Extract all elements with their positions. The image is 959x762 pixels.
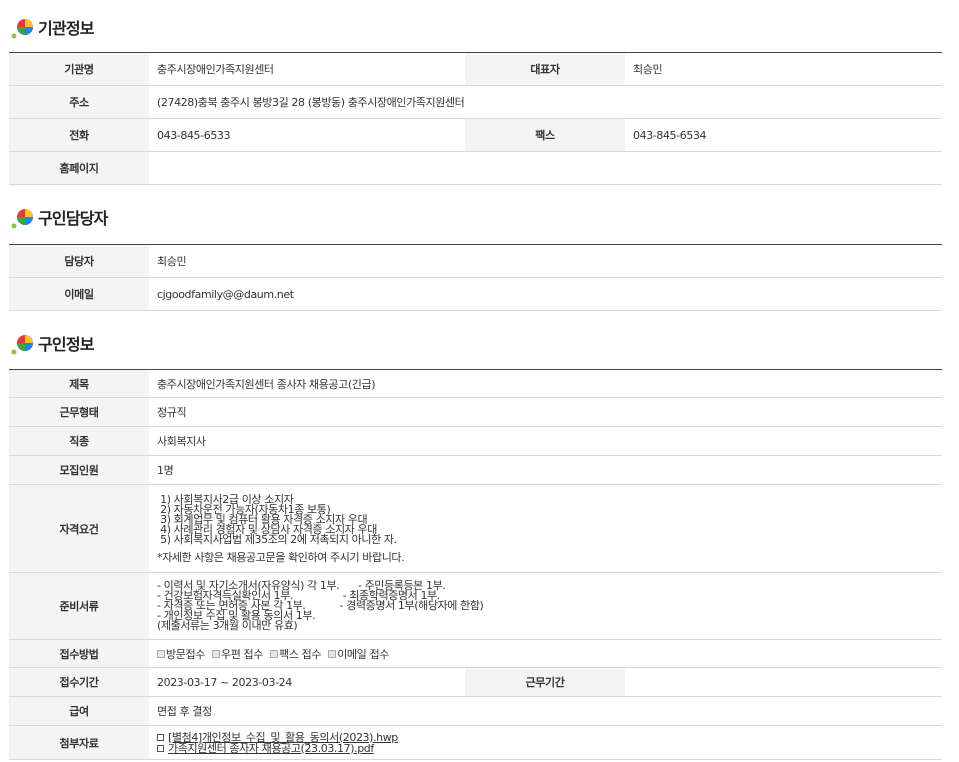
file-icon: [157, 744, 164, 752]
org-tel: 043-845-6533: [149, 118, 465, 152]
contact-email: cjgoodfamily@@daum.net: [149, 277, 942, 311]
section-header-job: 구인정보: [10, 328, 94, 358]
attachment-name[interactable]: 가족지원센터 종사자 채용공고(23.03.17).pdf: [168, 743, 374, 754]
section-bullet-icon: [11, 19, 33, 39]
attachment-link[interactable]: 가족지원센터 종사자 채용공고(23.03.17).pdf: [157, 743, 942, 754]
method-mail-checkbox: 우편 접수: [212, 646, 263, 662]
job-type: 정규직: [149, 397, 943, 427]
label-method: 접수방법: [9, 639, 149, 668]
method-label: 우편 접수: [221, 647, 263, 661]
label-org-name: 기관명: [9, 52, 149, 86]
job-count: 1명: [149, 455, 943, 485]
section-title: 구인담당자: [38, 209, 108, 228]
job-subject: 충주시장애인가족지원센터 종사자 채용공고(긴급): [149, 369, 943, 398]
label-documents: 준비서류: [9, 572, 149, 640]
job-kind: 사회복지사: [149, 426, 943, 456]
section-title: 기관정보: [38, 19, 94, 38]
label-count: 모집인원: [9, 455, 149, 485]
job-info-table: 제목 충주시장애인가족지원센터 종사자 채용공고(긴급) 근무형태 정규직 직종…: [9, 369, 943, 760]
method-label: 방문접수: [166, 647, 205, 661]
org-homepage[interactable]: [149, 151, 942, 185]
section-header-contact: 구인담당자: [10, 202, 108, 232]
org-info-table: 기관명 충주시장애인가족지원센터 대표자 최승민 주소 (27428)충북 충주…: [9, 52, 942, 185]
req-line: 5) 사회복지사업법 제35조의 2에 저촉되지 아니한 자.: [157, 532, 397, 546]
label-homepage: 홈페이지: [9, 151, 149, 185]
label-addr: 주소: [9, 85, 149, 119]
contact-person: 최승민: [149, 244, 942, 278]
label-rep: 대표자: [465, 52, 625, 86]
file-icon: [157, 733, 164, 741]
label-pay: 급여: [9, 696, 149, 726]
job-attachments: [별첨4]개인정보_수집_및_활용_동의서(2023).hwp 가족지원센터 종…: [149, 725, 943, 760]
checkbox-icon: [328, 649, 337, 658]
label-period: 접수기간: [9, 667, 149, 697]
job-methods: 방문접수 우편 접수 팩스 접수 이메일 접수: [149, 639, 943, 668]
job-requirements: 1) 사회복지사2급 이상 소지자 2) 자동차운전 가능자(자동차1종 보통)…: [149, 484, 943, 573]
job-work-period: [625, 667, 943, 697]
checkbox-icon: [212, 649, 220, 658]
job-pay: 면접 후 결정: [149, 696, 943, 726]
org-name: 충주시장애인가족지원센터: [149, 52, 465, 86]
attachment-link[interactable]: [별첨4]개인정보_수집_및_활용_동의서(2023).hwp: [157, 732, 942, 743]
checkbox-icon: [157, 649, 165, 658]
label-fax: 팩스: [465, 118, 625, 152]
section-title: 구인정보: [38, 335, 94, 354]
label-tel: 전화: [9, 118, 149, 152]
label-attachments: 첨부자료: [9, 725, 149, 760]
section-header-org: 기관정보: [10, 12, 94, 42]
attachment-name[interactable]: [별첨4]개인정보_수집_및_활용_동의서(2023).hwp: [168, 732, 398, 743]
method-visit-checkbox: 방문접수: [157, 646, 205, 662]
label-subject: 제목: [9, 369, 149, 398]
section-bullet-icon: [11, 335, 33, 355]
label-type: 근무형태: [9, 397, 149, 427]
method-fax-checkbox: 팩스 접수: [270, 646, 321, 662]
section-bullet-icon: [11, 209, 33, 229]
org-addr: (27428)충북 충주시 봉방3길 28 (봉방동) 충주시장애인가족지원센터: [149, 85, 942, 119]
org-fax: 043-845-6534: [625, 118, 942, 152]
org-rep: 최승민: [625, 52, 942, 86]
label-work-period: 근무기간: [465, 667, 625, 697]
checkbox-icon: [270, 649, 279, 658]
method-label: 팩스 접수: [279, 647, 322, 661]
job-period: 2023-03-17 ~ 2023-03-24: [149, 667, 465, 697]
label-kind: 직종: [9, 426, 149, 456]
job-documents: - 이력서 및 자기소개서(자유양식) 각 1부. - 주민등록등본 1부. -…: [149, 572, 943, 640]
doc-line: (제출서류는 3개월 이내만 유효): [157, 619, 298, 632]
label-requirements: 자격요건: [9, 484, 149, 573]
method-label: 이메일 접수: [337, 647, 389, 661]
label-person: 담당자: [9, 244, 149, 278]
job-posting-page: 기관정보 기관명 충주시장애인가족지원센터 대표자 최승민 주소 (27428)…: [0, 0, 959, 762]
contact-table: 담당자 최승민 이메일 cjgoodfamily@@daum.net: [9, 244, 942, 311]
label-email: 이메일: [9, 277, 149, 311]
method-email-checkbox: 이메일 접수: [328, 646, 389, 662]
req-note: *자세한 사항은 채용공고문을 확인하여 주시기 바랍니다.: [157, 550, 405, 564]
